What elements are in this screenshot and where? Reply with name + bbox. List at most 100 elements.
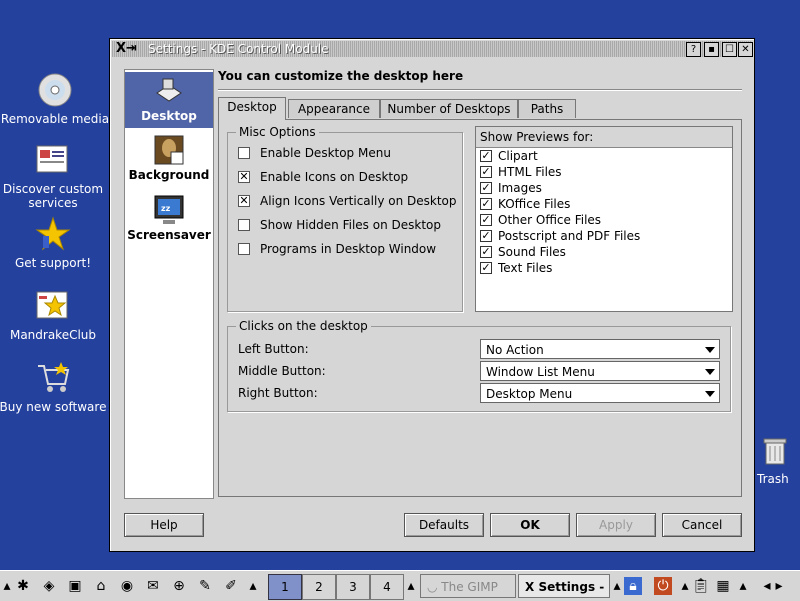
tab-appearance[interactable]: Appearance	[288, 99, 380, 118]
help-icon[interactable]: ⊕	[170, 577, 188, 595]
window-list-icon[interactable]: ◈	[40, 577, 58, 595]
checkbox-box[interactable]: ✓	[480, 182, 492, 194]
help-button[interactable]: Help	[124, 513, 204, 537]
window-titlebar[interactable]: X⇥ Settings - KDE Control Module ? ▪ ☐ ✕	[112, 41, 753, 57]
checkbox-box[interactable]: ✓	[480, 166, 492, 178]
chevron-down-icon[interactable]	[705, 369, 715, 375]
right-button-select[interactable]: Desktop Menu	[480, 383, 720, 403]
left-button-select[interactable]: No Action	[480, 339, 720, 359]
lock-icon[interactable]: 🔒︎	[624, 577, 642, 595]
tab-number-of-desktops[interactable]: Number of Desktops	[380, 99, 518, 118]
desktop-switch-3[interactable]: 3	[336, 574, 370, 600]
desktop-icon-label: MandrakeClub	[9, 328, 97, 342]
tab-paths[interactable]: Paths	[518, 99, 576, 118]
list-item[interactable]: ✓ Other Office Files	[476, 212, 732, 228]
panel-handle-icon[interactable]: ▴	[738, 577, 748, 595]
misc-options-group: Misc Options Enable Desktop Menu ✕ Enabl…	[227, 125, 463, 312]
home-icon[interactable]: ⌂	[92, 577, 110, 595]
desktop-icon-label: Buy new software	[0, 400, 107, 414]
checkbox-box[interactable]	[238, 147, 250, 159]
sidebar-item-screensaver[interactable]: zz Screensaver	[125, 194, 213, 250]
chevron-down-icon[interactable]	[705, 391, 715, 397]
ok-button[interactable]: OK	[490, 513, 570, 537]
background-icon	[153, 134, 185, 166]
right-button-label: Right Button:	[238, 386, 318, 400]
gimp-icon: ◡	[427, 580, 442, 594]
task-gimp[interactable]: ◡ The GIMP	[420, 574, 516, 598]
logout-icon[interactable]: ⏻	[654, 577, 672, 595]
window-title: Settings - KDE Control Module	[148, 42, 329, 56]
panel-handle-icon[interactable]: ▴	[2, 577, 12, 595]
task-label: The GIMP	[441, 580, 498, 594]
cd-icon	[37, 72, 73, 108]
desktop-icon-removable-media[interactable]: Removable media	[0, 72, 110, 126]
task-settings[interactable]: X Settings -	[518, 574, 610, 598]
tab-desktop[interactable]: Desktop	[218, 97, 286, 120]
clicks-on-desktop-group: Clicks on the desktop Left Button: No Ac…	[227, 319, 731, 412]
sidebar-item-background[interactable]: Background	[125, 132, 213, 188]
checkbox-box[interactable]	[238, 219, 250, 231]
middle-button-select[interactable]: Window List Menu	[480, 361, 720, 381]
module-sidebar: Desktop Background zz Screensaver	[124, 69, 214, 499]
list-item[interactable]: ✓ Images	[476, 180, 732, 196]
help-title-button[interactable]: ?	[686, 42, 701, 57]
left-button-row: Left Button: No Action	[238, 339, 722, 359]
middle-button-label: Middle Button:	[238, 364, 326, 378]
checkbox-box[interactable]: ✓	[480, 230, 492, 242]
list-header[interactable]: Show Previews for:	[476, 127, 732, 148]
clipboard-icon[interactable]: 📋︎	[692, 577, 710, 595]
desktop-icon-buy-software[interactable]: Buy new software	[0, 360, 108, 414]
editor-icon[interactable]: ✐	[222, 577, 240, 595]
desktop-icon-get-support[interactable]: Get support!	[0, 216, 108, 270]
calendar-icon[interactable]: ▦	[714, 577, 732, 595]
panel-handle-icon[interactable]: ▴	[248, 577, 258, 595]
checkbox-label: Align Icons Vertically on Desktop	[260, 194, 457, 208]
minimize-button[interactable]: ▪	[704, 42, 719, 57]
desktop-icon-discover-services[interactable]: Discover custom services	[0, 142, 108, 210]
window-menu-icon[interactable]: X⇥	[116, 41, 137, 57]
checkbox-box[interactable]: ✕	[238, 171, 250, 183]
checkbox-box[interactable]: ✓	[480, 214, 492, 226]
checkbox-box[interactable]: ✓	[480, 150, 492, 162]
desktop-icon-mandrakeclub[interactable]: MandrakeClub	[0, 288, 108, 342]
list-item-label: HTML Files	[498, 165, 562, 179]
cancel-button[interactable]: Cancel	[662, 513, 742, 537]
mail-icon[interactable]: ✉	[144, 577, 162, 595]
panel-handle-icon[interactable]: ▴	[680, 577, 690, 595]
sidebar-item-desktop[interactable]: Desktop	[125, 72, 213, 128]
list-item-label: Postscript and PDF Files	[498, 229, 641, 243]
scroll-left-icon[interactable]: ◂	[762, 577, 772, 595]
browser-icon[interactable]: ◉	[118, 577, 136, 595]
show-previews-list[interactable]: Show Previews for: ✓ Clipart ✓ HTML Files …	[475, 126, 733, 312]
desktop-switch-4[interactable]: 4	[370, 574, 404, 600]
list-item[interactable]: ✓ KOffice Files	[476, 196, 732, 212]
panel-handle-icon[interactable]: ▴	[406, 577, 416, 595]
list-item[interactable]: ✓ Sound Files	[476, 244, 732, 260]
star-icon	[35, 216, 71, 252]
tab-panel-desktop: Misc Options Enable Desktop Menu ✕ Enabl…	[218, 119, 742, 497]
kde-menu-icon[interactable]: ✱	[14, 577, 32, 595]
checkbox-box[interactable]: ✕	[238, 195, 250, 207]
checkbox-box[interactable]: ✓	[480, 262, 492, 274]
list-item[interactable]: ✓ Clipart	[476, 148, 732, 164]
defaults-button[interactable]: Defaults	[404, 513, 484, 537]
scroll-right-icon[interactable]: ▸	[774, 577, 784, 595]
office-icon[interactable]: ✎	[196, 577, 214, 595]
panel-handle-icon[interactable]: ▴	[612, 577, 622, 595]
services-icon	[35, 142, 71, 178]
checkbox-box[interactable]: ✓	[480, 198, 492, 210]
desktop-switch-2[interactable]: 2	[302, 574, 336, 600]
checkbox-box[interactable]	[238, 243, 250, 255]
chevron-down-icon[interactable]	[705, 347, 715, 353]
cart-icon	[35, 360, 71, 396]
desktop-switch-1[interactable]: 1	[268, 574, 302, 600]
checkbox-box[interactable]: ✓	[480, 246, 492, 258]
list-item[interactable]: ✓ Postscript and PDF Files	[476, 228, 732, 244]
close-button[interactable]: ✕	[738, 42, 753, 57]
list-item[interactable]: ✓ HTML Files	[476, 164, 732, 180]
maximize-button[interactable]: ☐	[722, 42, 737, 57]
apply-button[interactable]: Apply	[576, 513, 656, 537]
terminal-icon[interactable]: ▣	[66, 577, 84, 595]
list-item[interactable]: ✓ Text Files	[476, 260, 732, 276]
group-title: Misc Options	[236, 125, 319, 139]
